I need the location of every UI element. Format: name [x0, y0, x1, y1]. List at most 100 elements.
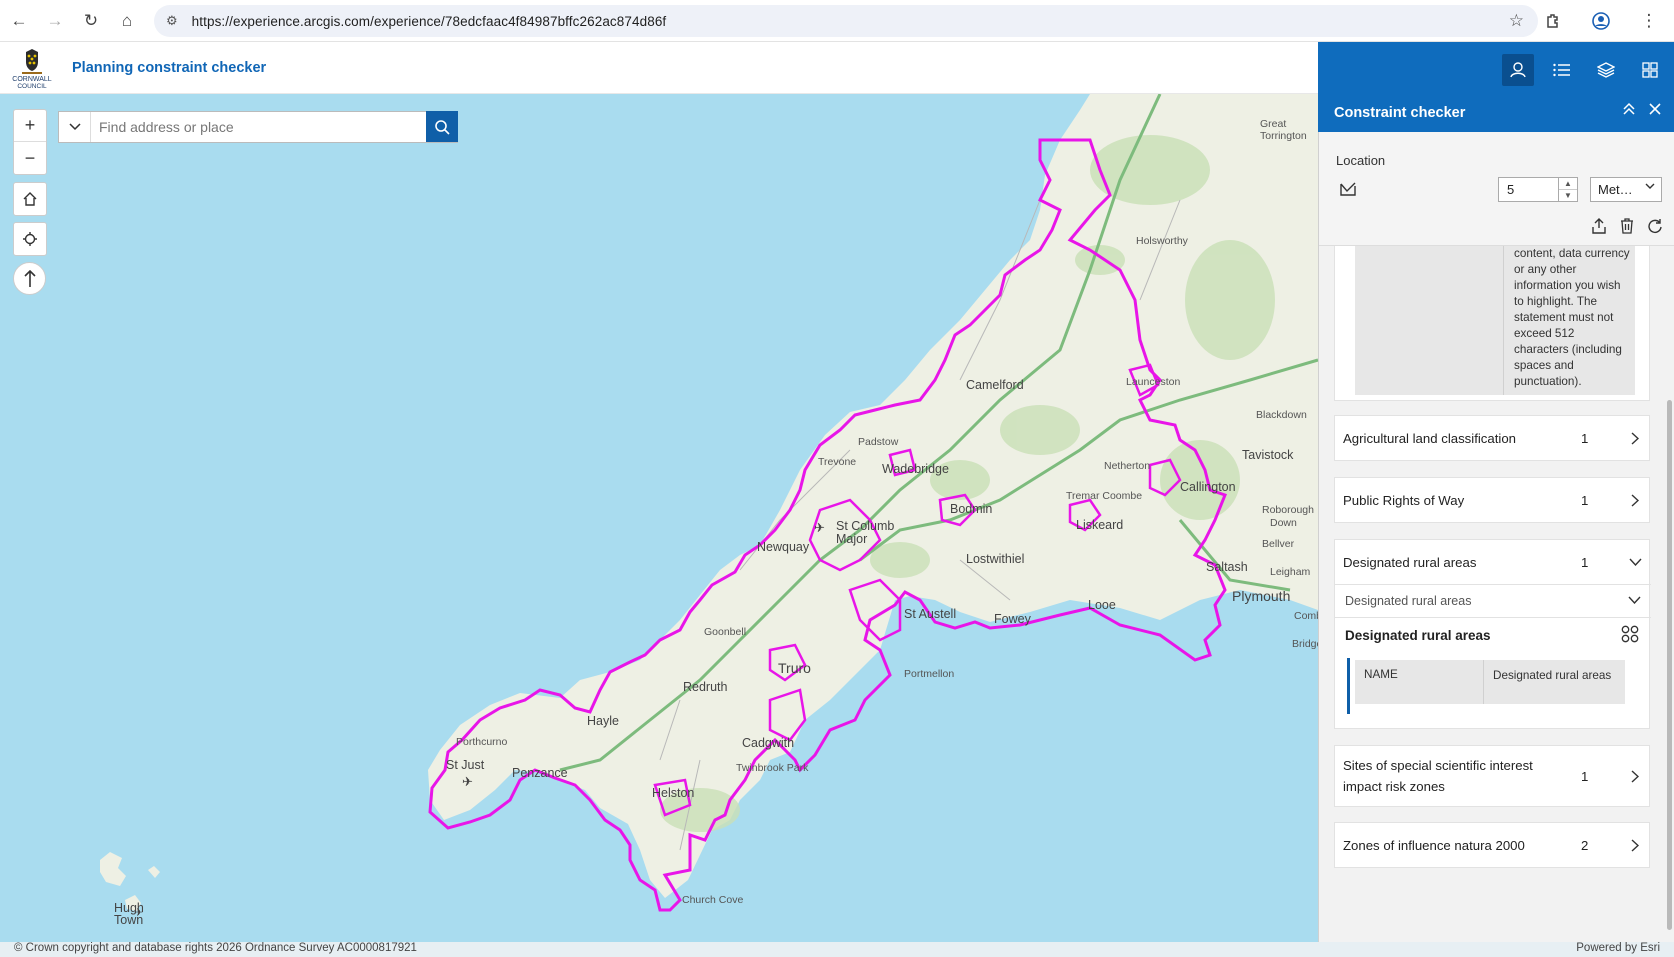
map-label: Bellver: [1262, 538, 1295, 550]
chevron-right-icon[interactable]: [1621, 493, 1649, 507]
increment-button[interactable]: ▲: [1559, 178, 1577, 190]
map-label: Launceston: [1126, 376, 1181, 388]
search-source-dropdown[interactable]: [59, 112, 91, 142]
buffer-value[interactable]: 5: [1507, 182, 1514, 197]
search-button[interactable]: [426, 111, 458, 142]
layers-tab[interactable]: [1590, 54, 1622, 86]
locate-button[interactable]: [14, 223, 46, 255]
sublayer-dropdown[interactable]: Designated rural areas: [1335, 584, 1651, 618]
decrement-button[interactable]: ▼: [1559, 190, 1577, 201]
layer-header[interactable]: Designated rural areas 1: [1335, 540, 1649, 584]
search-input[interactable]: [91, 112, 426, 142]
field-name: NAME: [1364, 668, 1398, 681]
compass-arrow-icon: [23, 269, 36, 287]
export-icon[interactable]: [1591, 218, 1607, 237]
search-icon: [435, 119, 450, 135]
layer-name: Zones of influence natura 2000: [1343, 837, 1525, 853]
map-label: Plymouth: [1232, 588, 1291, 604]
logo-text-2: COUNCIL: [17, 83, 47, 90]
copyright-text: © Crown copyright and database rights 20…: [14, 942, 417, 954]
compass-button[interactable]: [13, 262, 46, 295]
map-label: Fowey: [994, 612, 1031, 626]
more-menu-icon[interactable]: ⋮: [1632, 4, 1666, 38]
airport-icon: ✈: [462, 774, 473, 789]
forward-icon[interactable]: →: [38, 4, 72, 38]
logo-text-1: CORNWALL: [12, 76, 52, 83]
powered-by-esri[interactable]: Powered by Esri: [1576, 942, 1660, 954]
zoom-to-feature-icon[interactable]: [1621, 625, 1639, 646]
airport-icon: ✈: [134, 907, 144, 919]
trash-icon[interactable]: [1619, 218, 1635, 237]
draw-polygon-icon: [1340, 182, 1356, 196]
app-title[interactable]: Planning constraint checker: [72, 60, 266, 76]
constraint-icon: [1510, 62, 1526, 78]
map-label: Truro: [778, 660, 811, 676]
layer-name: Public Rights of Way: [1343, 492, 1465, 508]
chevron-down-icon[interactable]: [1621, 558, 1649, 566]
map-label: Penzance: [512, 766, 568, 780]
chevron-right-icon[interactable]: [1621, 838, 1649, 852]
layer-card-sssi-impact-risk-zones[interactable]: Sites of special scientific interest imp…: [1334, 745, 1650, 807]
zoom-out-button[interactable]: −: [14, 142, 46, 174]
basemap-tab[interactable]: [1634, 54, 1666, 86]
browser-toolbar: ← → ↻ ⌂ ⚙ https://experience.arcgis.com/…: [0, 0, 1674, 42]
panel-scrollbar[interactable]: [1667, 252, 1673, 938]
zoom-in-button[interactable]: +: [14, 110, 46, 142]
list-tab[interactable]: [1546, 54, 1578, 86]
map-label: Down: [1270, 517, 1297, 529]
home-control: [13, 182, 47, 216]
bookmark-star-icon[interactable]: ☆: [1509, 11, 1524, 31]
map-view[interactable]: Great Torrington Holsworthy Camelford La…: [0, 94, 1318, 942]
site-info-icon[interactable]: ⚙: [166, 13, 178, 29]
app-header: CORNWALL COUNCIL Planning constraint che…: [0, 42, 1318, 94]
map-attribution: © Crown copyright and database rights 20…: [0, 942, 1674, 957]
statement-table: content, data currency or any other info…: [1355, 246, 1635, 395]
close-icon[interactable]: [1648, 102, 1662, 121]
extensions-icon[interactable]: [1536, 4, 1570, 38]
constraint-checker-tab[interactable]: [1502, 54, 1534, 86]
map-label: Goonbell: [704, 626, 747, 638]
map-label: Roborough: [1262, 504, 1314, 516]
airport-icon: ✈: [814, 520, 825, 535]
layer-count: 1: [1581, 768, 1589, 784]
reload-icon[interactable]: ↻: [74, 4, 108, 38]
collapse-icon[interactable]: [1622, 102, 1636, 121]
buffer-distance-input[interactable]: 5 ▲ ▼: [1498, 177, 1578, 202]
unit-value: Met…: [1598, 182, 1633, 197]
address-bar[interactable]: ⚙ https://experience.arcgis.com/experien…: [154, 5, 1538, 37]
home-icon[interactable]: ⌂: [110, 4, 144, 38]
map-label: Camelford: [966, 378, 1024, 392]
draw-tool-button[interactable]: [1339, 180, 1359, 200]
panel-title: Constraint checker: [1334, 105, 1466, 121]
layer-card-agricultural[interactable]: Agricultural land classification 1: [1334, 415, 1650, 461]
refresh-icon[interactable]: [1647, 218, 1663, 237]
unit-select[interactable]: Met…: [1590, 177, 1662, 202]
map-label: Twinbrook Park: [736, 762, 809, 774]
layers-icon: [1597, 62, 1615, 78]
statement-text: content, data currency or any other info…: [1514, 247, 1630, 388]
results-list[interactable]: content, data currency or any other info…: [1319, 246, 1674, 942]
sublayer-name: Designated rural areas: [1345, 594, 1472, 608]
map-label: Trevone: [818, 456, 857, 468]
map-label: Tremar Coombe: [1066, 490, 1143, 502]
map-label: Callington: [1180, 480, 1236, 494]
layer-card-public-rights-of-way[interactable]: Public Rights of Way 1: [1334, 477, 1650, 523]
profile-icon[interactable]: [1584, 4, 1618, 38]
chevron-right-icon[interactable]: [1621, 769, 1649, 783]
layer-card-natura-2000[interactable]: Zones of influence natura 2000 2: [1334, 822, 1650, 868]
map-label: Comb: [1294, 610, 1318, 622]
back-icon[interactable]: ←: [2, 4, 36, 38]
list-icon: [1553, 63, 1570, 77]
statement-card: content, data currency or any other info…: [1334, 246, 1650, 401]
layer-count: 1: [1581, 492, 1589, 508]
url-text[interactable]: https://experience.arcgis.com/experience…: [192, 14, 667, 29]
home-button[interactable]: [14, 183, 46, 215]
chevron-right-icon[interactable]: [1621, 431, 1649, 445]
feature-heading: Designated rural areas: [1345, 628, 1491, 643]
map-label: Newquay: [757, 540, 810, 554]
map-label: Bridge: [1292, 638, 1318, 650]
map-label: Liskeard: [1076, 518, 1124, 532]
location-controls: Location 5 ▲ ▼ Met…: [1319, 132, 1674, 246]
zoom-controls: + −: [13, 109, 47, 175]
field-value: Designated rural areas: [1493, 669, 1612, 682]
